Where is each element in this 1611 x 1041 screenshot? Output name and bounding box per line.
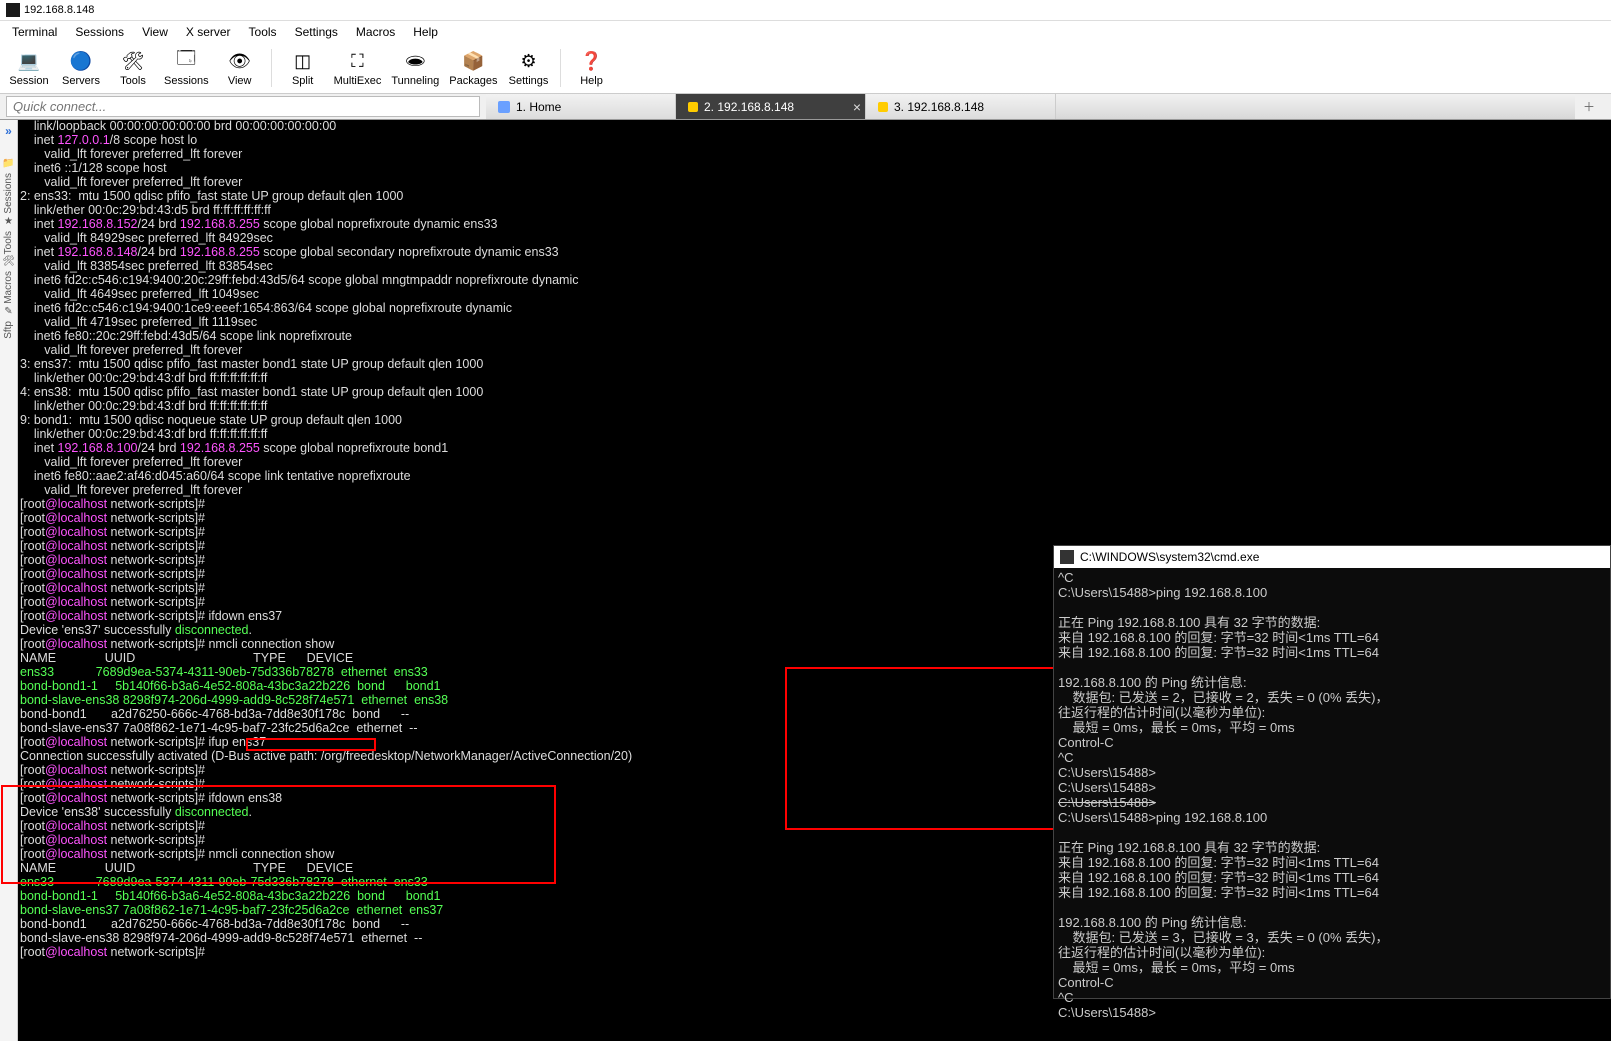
menu-view[interactable]: View — [134, 23, 176, 41]
toolbar-label: Help — [580, 75, 603, 87]
toolbar-view[interactable]: 👁 View — [217, 47, 263, 89]
new-tab-button[interactable]: ＋ — [1575, 94, 1603, 119]
toolbar-tunneling[interactable]: 🕳 Tunneling — [389, 47, 441, 89]
help-icon: ❓ — [580, 49, 604, 73]
rail-label: Tools — [3, 229, 14, 256]
toolbar-settings[interactable]: ⚙ Settings — [506, 47, 552, 89]
session-icon — [688, 102, 698, 112]
toolbar-label: Sessions — [164, 75, 209, 87]
menu-sessions[interactable]: Sessions — [67, 23, 132, 41]
app-icon — [6, 3, 20, 17]
home-icon — [498, 101, 510, 113]
macros-icon: 🛠 — [2, 256, 15, 267]
cmd-window[interactable]: C:\WINDOWS\system32\cmd.exe ^C C:\Users\… — [1053, 545, 1611, 999]
toolbar-label: Servers — [62, 75, 100, 87]
cmd-output[interactable]: ^C C:\Users\15488>ping 192.168.8.100 正在 … — [1054, 568, 1610, 1022]
menu-macros[interactable]: Macros — [348, 23, 403, 41]
tunneling-icon: 🕳 — [403, 49, 427, 73]
toolbar-packages[interactable]: 📦 Packages — [447, 47, 499, 89]
window-titlebar: 192.168.8.148 — [0, 0, 1611, 21]
toolbar-label: Tools — [120, 75, 146, 87]
tab-label: 2. 192.168.8.148 — [704, 100, 794, 114]
tab-bar: 1. Home 2. 192.168.8.148 × 3. 192.168.8.148… — [0, 94, 1611, 120]
toolbar-label: MultiExec — [334, 75, 382, 87]
collapse-rail-icon[interactable]: » — [5, 124, 12, 138]
view-icon: 👁 — [228, 49, 252, 73]
menu-tools[interactable]: Tools — [241, 23, 285, 41]
toolbar-servers[interactable]: 🔵 Servers — [58, 47, 104, 89]
tab-label: 1. Home — [516, 100, 561, 114]
split-icon: ◫ — [291, 49, 315, 73]
rail-sftp[interactable]: ✎ Sftp — [2, 306, 15, 341]
tab-label: 3. 192.168.8.148 — [894, 100, 984, 114]
window-title: 192.168.8.148 — [24, 4, 94, 16]
toolbar-label: Split — [292, 75, 313, 87]
tab-2[interactable]: 3. 192.168.8.148 — [866, 94, 1056, 119]
rail-label: Sessions — [3, 171, 14, 216]
sessions-icon: 📁 — [2, 158, 14, 169]
menu-help[interactable]: Help — [405, 23, 446, 41]
tab-spacer — [1056, 94, 1575, 119]
settings-icon: ⚙ — [517, 49, 541, 73]
toolbar-label: Tunneling — [391, 75, 439, 87]
close-icon[interactable]: × — [853, 100, 861, 114]
toolbar-label: Settings — [509, 75, 549, 87]
toolbar-label: Session — [9, 75, 48, 87]
rail-sessions[interactable]: 📁 Sessions — [2, 158, 15, 216]
tab-0[interactable]: 1. Home — [486, 94, 676, 119]
tools-icon: ★ — [4, 216, 13, 227]
session-icon — [878, 102, 888, 112]
quick-connect-input[interactable] — [6, 96, 480, 117]
main-toolbar: 💻 Session 🔵 Servers 🛠 Tools 🗔 Sessions 👁 View ◫ Spl… — [0, 43, 1611, 94]
cmd-icon — [1060, 550, 1074, 564]
cmd-window-title: C:\WINDOWS\system32\cmd.exe — [1080, 550, 1259, 565]
toolbar-tools[interactable]: 🛠 Tools — [110, 47, 156, 89]
menu-x-server[interactable]: X server — [178, 23, 239, 41]
rail-macros[interactable]: 🛠 Macros — [2, 256, 15, 306]
sftp-icon: ✎ — [4, 306, 12, 317]
toolbar-separator — [560, 49, 561, 87]
toolbar-session[interactable]: 💻 Session — [6, 47, 52, 89]
toolbar-multiexec[interactable]: ⛶ MultiExec — [332, 47, 384, 89]
packages-icon: 📦 — [461, 49, 485, 73]
menu-bar: TerminalSessionsViewX serverToolsSetting… — [0, 21, 1611, 43]
rail-label: Macros — [3, 269, 14, 306]
side-rail: » 📁 Sessions★ Tools🛠 Macros✎ Sftp — [0, 120, 18, 1041]
rail-label: Sftp — [3, 319, 14, 341]
servers-icon: 🔵 — [69, 49, 93, 73]
rail-tools[interactable]: ★ Tools — [2, 216, 15, 256]
toolbar-split[interactable]: ◫ Split — [280, 47, 326, 89]
menu-terminal[interactable]: Terminal — [4, 23, 65, 41]
cmd-window-titlebar[interactable]: C:\WINDOWS\system32\cmd.exe — [1054, 546, 1610, 568]
sessions-btn-icon: 🗔 — [174, 49, 198, 73]
toolbar-separator — [271, 49, 272, 87]
toolbar-label: Packages — [449, 75, 497, 87]
tab-1[interactable]: 2. 192.168.8.148 × — [676, 94, 866, 119]
toolbar-sessions-btn[interactable]: 🗔 Sessions — [162, 47, 211, 89]
multiexec-icon: ⛶ — [345, 49, 369, 73]
session-icon: 💻 — [17, 49, 41, 73]
terminal-area: » 📁Sessions★Tools🛠Macros✎Sftp link/loopb… — [0, 120, 1611, 1041]
tools-icon: 🛠 — [121, 49, 145, 73]
menu-settings[interactable]: Settings — [287, 23, 346, 41]
toolbar-label: View — [228, 75, 252, 87]
toolbar-help[interactable]: ❓ Help — [569, 47, 615, 89]
